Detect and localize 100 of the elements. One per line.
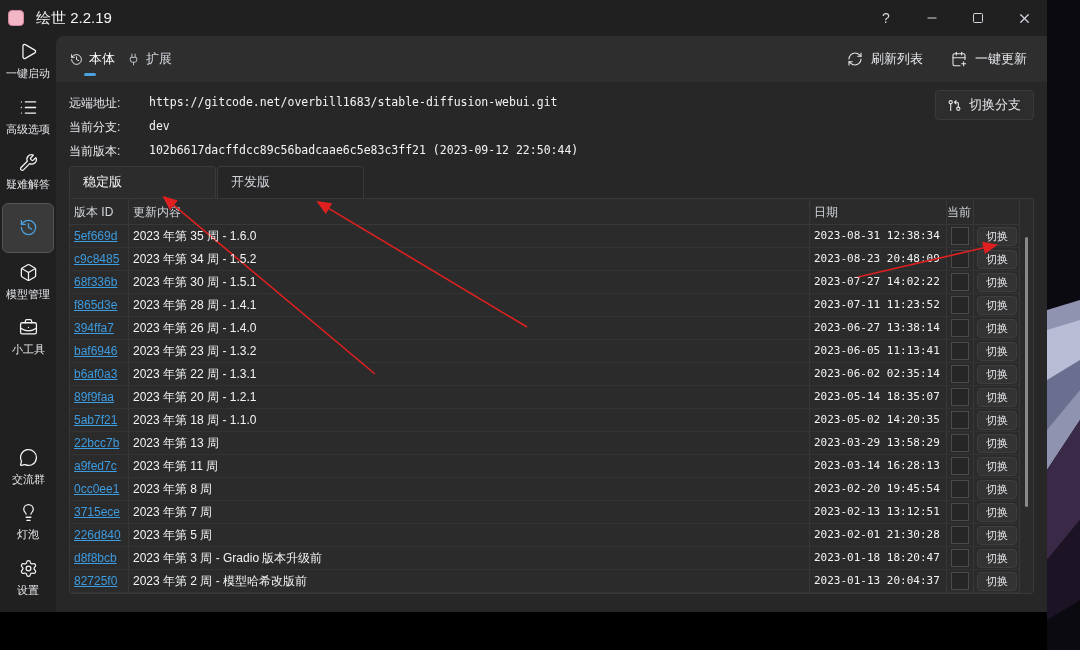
switch-button[interactable]: 切换 [976, 525, 1017, 545]
switch-button[interactable]: 切换 [976, 410, 1017, 430]
info-label: 远端地址: [69, 95, 122, 112]
app-logo-icon [8, 10, 24, 26]
table-cell: 2023-07-11 11:23:52 [809, 294, 946, 316]
checkbox[interactable] [951, 434, 969, 452]
version-id-link[interactable]: b6af0a3 [70, 365, 128, 383]
version-id-link[interactable]: 82725f0 [70, 572, 128, 590]
checkbox[interactable] [951, 319, 969, 337]
table-cell: 2023-06-27 13:38:14 [809, 317, 946, 339]
switch-button[interactable]: 切换 [976, 387, 1017, 407]
version-id-link[interactable]: a9fed7c [70, 457, 128, 475]
toolbar-button[interactable]: 一键更新 [951, 49, 1027, 69]
checkbox[interactable] [951, 250, 969, 268]
info-value: 102b6617dacffdcc89c56badcaae6c5e83c3ff21 (2023-09-12 22:50:44) [149, 142, 579, 160]
nav-item[interactable] [2, 202, 54, 253]
version-id-link[interactable]: 5ab7f21 [70, 411, 128, 429]
switch-button[interactable]: 切换 [976, 433, 1017, 453]
table-cell: 2023-03-14 16:28:13 [809, 455, 946, 477]
checkbox[interactable] [951, 388, 969, 406]
version-id-link[interactable]: 89f9faa [70, 388, 128, 406]
switch-button[interactable]: 切换 [976, 318, 1017, 338]
switch-branch-button[interactable]: 切换分支 [935, 90, 1034, 120]
version-id-link[interactable]: d8f8bcb [70, 549, 128, 567]
maximize-icon [972, 12, 984, 24]
version-id-link[interactable]: 22bcc7b [70, 434, 128, 452]
version-id-link[interactable]: baf6946 [70, 342, 128, 360]
table-cell: 2023 年第 8 周 [128, 478, 809, 500]
column-header: 日期 [809, 199, 946, 224]
table-cell: 2023 年第 22 周 - 1.3.1 [128, 363, 809, 385]
table-cell: 2023-02-01 21:30:28 [809, 524, 946, 546]
toolbox-icon [18, 318, 38, 337]
checkbox[interactable] [951, 342, 969, 360]
switch-button[interactable]: 切换 [976, 364, 1017, 384]
table-cell: 2023-07-27 14:02:22 [809, 271, 946, 293]
table-cell: 2023-06-05 11:13:41 [809, 340, 946, 362]
version-tab[interactable]: 开发版 [217, 166, 364, 198]
nav-item[interactable]: 高级选项 [2, 91, 54, 143]
chat-icon [18, 447, 38, 467]
version-id-link[interactable]: 3715ece [70, 503, 128, 521]
branch-icon [948, 98, 961, 112]
switch-button[interactable]: 切换 [976, 249, 1017, 269]
version-id-link[interactable]: 68f336b [70, 273, 128, 291]
table-cell: 2023 年第 11 周 [128, 455, 809, 477]
checkbox[interactable] [951, 503, 969, 521]
checkbox[interactable] [951, 227, 969, 245]
switch-button[interactable]: 切换 [976, 548, 1017, 568]
checkbox[interactable] [951, 296, 969, 314]
checkbox[interactable] [951, 480, 969, 498]
table-cell: 2023 年第 3 周 - Gradio 版本升级前 [128, 547, 809, 569]
table-cell: 2023-05-14 18:35:07 [809, 386, 946, 408]
nav-item[interactable]: 小工具 [2, 312, 54, 364]
switch-button[interactable]: 切换 [976, 502, 1017, 522]
version-tab[interactable]: 稳定版 [69, 166, 216, 198]
table-cell: 2023-02-13 13:12:51 [809, 501, 946, 523]
checkbox[interactable] [951, 549, 969, 567]
switch-button[interactable]: 切换 [976, 479, 1017, 499]
table-cell: 2023-08-23 20:48:09 [809, 248, 946, 270]
table-cell: 2023 年第 23 周 - 1.3.2 [128, 340, 809, 362]
info-value: dev [149, 118, 170, 136]
table-cell: 2023-05-02 14:20:35 [809, 409, 946, 431]
version-id-link[interactable]: 226d840 [70, 526, 128, 544]
table-cell: 2023-03-29 13:58:29 [809, 432, 946, 454]
toolbar-button[interactable]: 刷新列表 [847, 49, 923, 69]
scrollbar[interactable] [1025, 237, 1028, 507]
switch-button[interactable]: 切换 [976, 272, 1017, 292]
table-cell: 2023 年第 30 周 - 1.5.1 [128, 271, 809, 293]
switch-button[interactable]: 切换 [976, 226, 1017, 246]
checkbox[interactable] [951, 365, 969, 383]
refresh-icon [847, 51, 863, 67]
table-cell: 2023 年第 5 周 [128, 524, 809, 546]
table-cell: 2023 年第 2 周 - 模型哈希改版前 [128, 570, 809, 592]
checkbox[interactable] [951, 526, 969, 544]
box-icon [18, 262, 38, 282]
nav-item[interactable]: 交流群 [2, 441, 54, 493]
nav-item[interactable]: 灯泡 [2, 497, 54, 549]
version-id-link[interactable]: 0cc0ee1 [70, 480, 128, 498]
plug-icon [127, 52, 140, 66]
column-header: 版本 ID [73, 203, 115, 221]
tab[interactable]: 扩展 [121, 36, 178, 82]
checkbox[interactable] [951, 273, 969, 291]
tab[interactable]: 本体 [64, 36, 121, 82]
nav-item[interactable]: 模型管理 [2, 256, 54, 308]
switch-button[interactable]: 切换 [976, 295, 1017, 315]
nav-item[interactable]: 一键启动 [2, 36, 54, 88]
switch-button[interactable]: 切换 [976, 456, 1017, 476]
version-id-link[interactable]: f865d3e [70, 296, 128, 314]
version-id-link[interactable]: 394ffa7 [70, 319, 128, 337]
switch-button[interactable]: 切换 [976, 571, 1017, 591]
checkbox[interactable] [951, 572, 969, 590]
version-id-link[interactable]: 5ef669d [70, 227, 128, 245]
help-button[interactable]: ? [863, 3, 909, 33]
checkbox[interactable] [951, 457, 969, 475]
version-id-link[interactable]: c9c8485 [70, 250, 128, 268]
switch-button[interactable]: 切换 [976, 341, 1017, 361]
info-value: https://gitcode.net/overbill1683/stable-diffusion-webui.git [149, 94, 558, 112]
nav-item[interactable]: 设置 [2, 552, 54, 604]
nav-item[interactable]: 疑难解答 [2, 147, 54, 199]
table-cell: 2023-08-31 12:38:34 [809, 225, 946, 247]
checkbox[interactable] [951, 411, 969, 429]
